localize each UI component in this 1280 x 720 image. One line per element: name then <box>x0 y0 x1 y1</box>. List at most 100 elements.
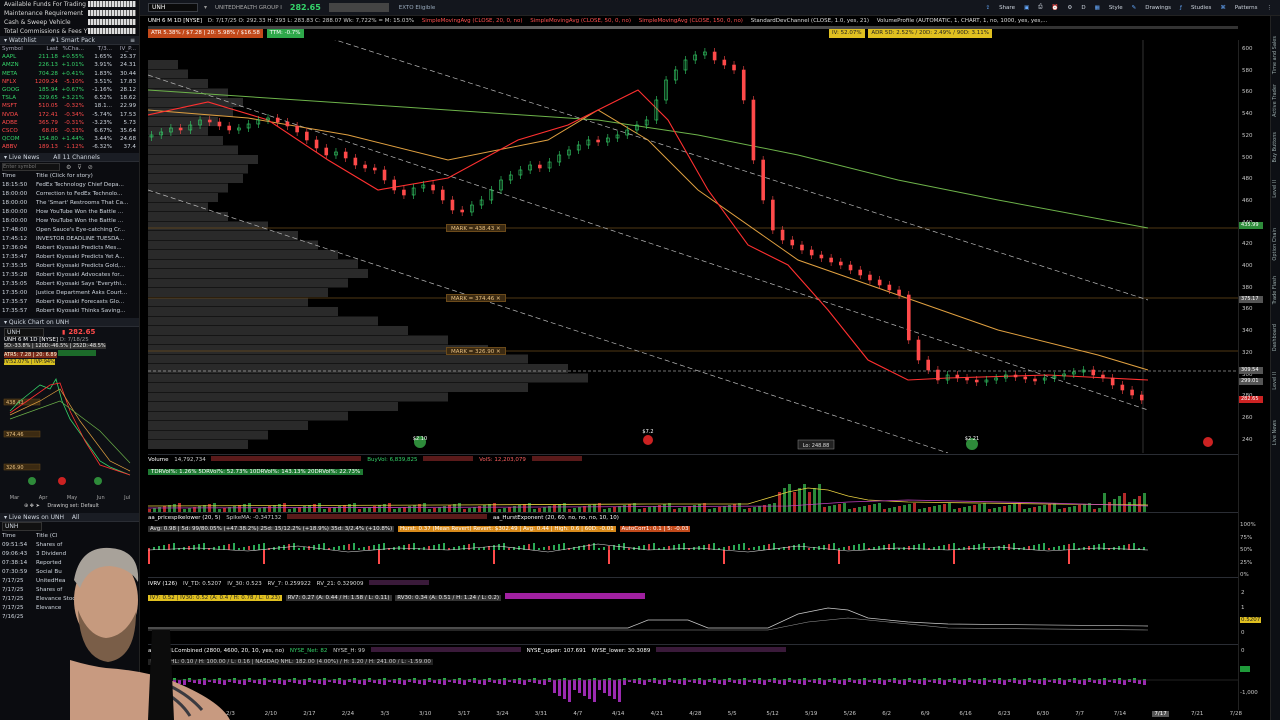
patterns-menu[interactable]: Patterns <box>1235 5 1258 11</box>
right-rail-tab[interactable]: Trade Flash <box>1272 276 1280 304</box>
menu-icon[interactable]: ≡ <box>130 36 139 45</box>
volume-bar <box>568 509 571 512</box>
watchlist-row[interactable]: CSCO 68.05 -0.33% 6.67% 35.64 <box>0 127 139 135</box>
price-chart[interactable]: $2.10 $7.2 $2.21 Lo: 248.88 <box>148 40 1238 453</box>
watchlist-row[interactable]: QCOM 154.80 +1.44% 3.44% 24.68 <box>0 135 139 143</box>
news-row[interactable]: 18:00:00 How YouTube Won the Battle ... <box>0 217 139 226</box>
study-sma50[interactable]: SimpleMovingAvg (CLOSE, 50, 0, no) <box>530 18 631 24</box>
news-row[interactable]: 17:48:00 Open Sauce's Eye-catching Cr... <box>0 226 139 235</box>
drawings-menu[interactable]: Drawings <box>1145 5 1171 11</box>
dropdown-icon[interactable]: ▾ <box>204 4 207 11</box>
patterns-icon[interactable]: ⌘ <box>1220 5 1226 11</box>
watchlist-row[interactable]: TSLA 329.65 +3.21% 6.52% 18.62 <box>0 94 139 102</box>
qc-event-marker[interactable] <box>28 477 36 486</box>
news-channel-select[interactable]: All 11 Channels <box>53 154 100 161</box>
symbol-input[interactable] <box>2 163 60 172</box>
watchlist-row[interactable]: NVDA 172.41 -0.34% -5.74% 17.53 <box>0 111 139 119</box>
pan-icon[interactable]: ✥ <box>30 503 34 509</box>
col-header[interactable]: IV_P... <box>112 45 136 53</box>
right-rail-tab[interactable]: Buy Buttons <box>1272 132 1280 163</box>
date-axis[interactable]: 2/3 2/10 2/17 2/24 3/3 3/10 3/17 3/24 3/31 4/7 4/1… <box>148 710 1242 720</box>
live-news-header[interactable]: ▾ Live News All 11 Channels <box>0 153 139 163</box>
news-row[interactable]: 18:15:50 FedEx Technology Chief Depa... <box>0 181 139 190</box>
study-volume-profile[interactable]: VolumeProfile (AUTOMATIC, 1, CHART, 1, n… <box>877 18 1048 24</box>
panel-separator[interactable] <box>148 512 1238 513</box>
right-rail-tab[interactable]: Live News <box>1272 420 1280 445</box>
mark-label[interactable]: MARK = 374.46 ✕ <box>446 294 506 302</box>
panel-separator[interactable] <box>148 644 1238 645</box>
qc-event-marker[interactable] <box>94 477 102 486</box>
study-sma150[interactable]: SimpleMovingAvg (CLOSE, 150, 0, no) <box>639 18 743 24</box>
right-rail-tab[interactable]: Level II <box>1272 180 1280 198</box>
study-sma20[interactable]: SimpleMovingAvg (CLOSE, 20, 0, no) <box>422 18 523 24</box>
gear-icon[interactable]: ⚙ <box>1067 5 1072 11</box>
right-rail-tab[interactable]: Dashboard <box>1272 324 1280 351</box>
gear-icon[interactable]: ⚙ <box>66 164 71 171</box>
drawing-set[interactable]: Drawing set: Default <box>47 503 99 509</box>
print-icon[interactable]: ⎙ <box>1038 4 1042 11</box>
col-header[interactable]: Time <box>0 172 36 181</box>
panel-separator[interactable] <box>148 454 1238 455</box>
qc-event-marker[interactable] <box>58 477 66 486</box>
news-row[interactable]: 18:00:00 Correction to FedEx Technolo... <box>0 190 139 199</box>
monitor-icon[interactable]: ▣ <box>1024 5 1029 11</box>
watchlist-row[interactable]: GOOG 185.94 +0.67% -1.16% 28.12 <box>0 86 139 94</box>
news-row[interactable]: 17:35:57 Robert Kiyosaki Forecasts Glo... <box>0 298 139 307</box>
news-row[interactable]: 17:35:05 Robert Kiyosaki Says 'Everythi..… <box>0 280 139 289</box>
col-header[interactable]: Title (Click for story) <box>36 172 136 181</box>
news-row[interactable]: 17:45:12 INVESTOR DEADLINE TUESDA... <box>0 235 139 244</box>
watchlist-row[interactable]: MSFT 510.05 -0.32% 18.1... 22.99 <box>0 102 139 110</box>
right-rail-tab[interactable]: Active Trader <box>1272 84 1280 117</box>
overflow-icon[interactable]: ⋮ <box>1267 5 1273 11</box>
style-icon[interactable]: ▦ <box>1095 5 1100 11</box>
zoom-icon[interactable]: ⊕ <box>24 503 28 509</box>
mark-label[interactable]: MARK = 438.43 ✕ <box>446 224 506 232</box>
col-header[interactable]: Last <box>32 45 58 53</box>
watchlist-row[interactable]: ADBE 365.79 -0.31% -3.23% 5.73 <box>0 119 139 127</box>
news-row[interactable]: 17:35:57 Robert Kiyosaki Thinks Saving... <box>0 307 139 316</box>
quick-chart-header[interactable]: ▾ Quick Chart on UNH <box>0 318 139 328</box>
news-row[interactable]: 17:35:35 Robert Kiyosaki Predicts Gold,..… <box>0 262 139 271</box>
news-row[interactable]: 18:00:00 How YouTube Won the Battle ... <box>0 208 139 217</box>
right-rail-tab[interactable]: Time and Sales <box>1272 36 1280 74</box>
pencil-icon[interactable]: ✎ <box>1132 5 1137 11</box>
watchlist-row[interactable]: ABBV 189.13 -1.12% -6.32% 37.4 <box>0 143 139 151</box>
news-row[interactable]: 17:35:00 Justice Department Asks Court... <box>0 289 139 298</box>
symbol-input[interactable]: UNH <box>148 3 198 12</box>
news2-symbol-input[interactable]: UNH <box>2 522 42 532</box>
style-menu[interactable]: Style <box>1109 5 1123 11</box>
quick-chart-symbol[interactable]: UNH <box>4 327 44 337</box>
watchlist-header[interactable]: ▾ Watchlist #1 Smart Pack ≡ <box>0 36 139 45</box>
right-rail-tab[interactable]: Level II <box>1272 372 1280 390</box>
studies-menu[interactable]: Studies <box>1191 5 1211 11</box>
col-header[interactable]: T/3... <box>84 45 112 53</box>
news2-tab[interactable]: All <box>72 514 79 521</box>
watchlist-name[interactable]: #1 Smart Pack <box>50 37 95 44</box>
watchlist-row[interactable]: AAPL 211.18 +0.55% 1.65% 25.37 <box>0 53 139 61</box>
news-row[interactable]: 17:35:47 Robert Kiyosaki Predicts Yet A..… <box>0 253 139 262</box>
cursor-icon[interactable]: ➤ <box>36 503 40 509</box>
alert-icon[interactable]: ⏰ <box>1052 5 1059 11</box>
watchlist-row[interactable]: AMZN 226.13 +1.01% 3.91% 24.31 <box>0 61 139 69</box>
study-stddev[interactable]: StandardDevChannel (CLOSE, 1.0, yes, 21) <box>751 18 869 24</box>
filter-icon[interactable]: ⊽ <box>77 164 81 171</box>
news-row[interactable]: 17:35:28 Robert Kiyosaki Advocates for... <box>0 271 139 280</box>
panel-separator[interactable] <box>148 577 1238 578</box>
share-button[interactable]: Share <box>999 5 1015 11</box>
col-header[interactable]: Time <box>0 532 36 541</box>
watchlist-row[interactable]: META 704.28 +0.41% 1.83% 30.44 <box>0 70 139 78</box>
clear-icon[interactable]: ⊘ <box>88 164 93 171</box>
share-icon[interactable]: ⇪ <box>985 5 990 11</box>
news-row[interactable]: 17:36:04 Robert Kiyosaki Predicts Mes... <box>0 244 139 253</box>
right-rail-tab[interactable]: Option Chain <box>1272 228 1280 261</box>
earnings-marker[interactable] <box>1203 437 1213 447</box>
studies-icon[interactable]: ƒ <box>1180 5 1182 11</box>
watchlist-row[interactable]: NFLX 1209.24 -5.10% 3.51% 17.83 <box>0 78 139 86</box>
col-header[interactable]: %Cha... <box>58 45 84 53</box>
earnings-marker[interactable] <box>643 435 653 445</box>
mark-label[interactable]: MARK = 326.90 ✕ <box>446 347 506 355</box>
news-row[interactable]: 18:00:00 The 'Smart' Restrooms That Ca... <box>0 199 139 208</box>
live-news-unh-header[interactable]: ▾ Live News on UNH All <box>0 513 139 523</box>
col-header[interactable]: Symbol <box>2 45 32 53</box>
period-button[interactable]: D <box>1081 5 1085 11</box>
